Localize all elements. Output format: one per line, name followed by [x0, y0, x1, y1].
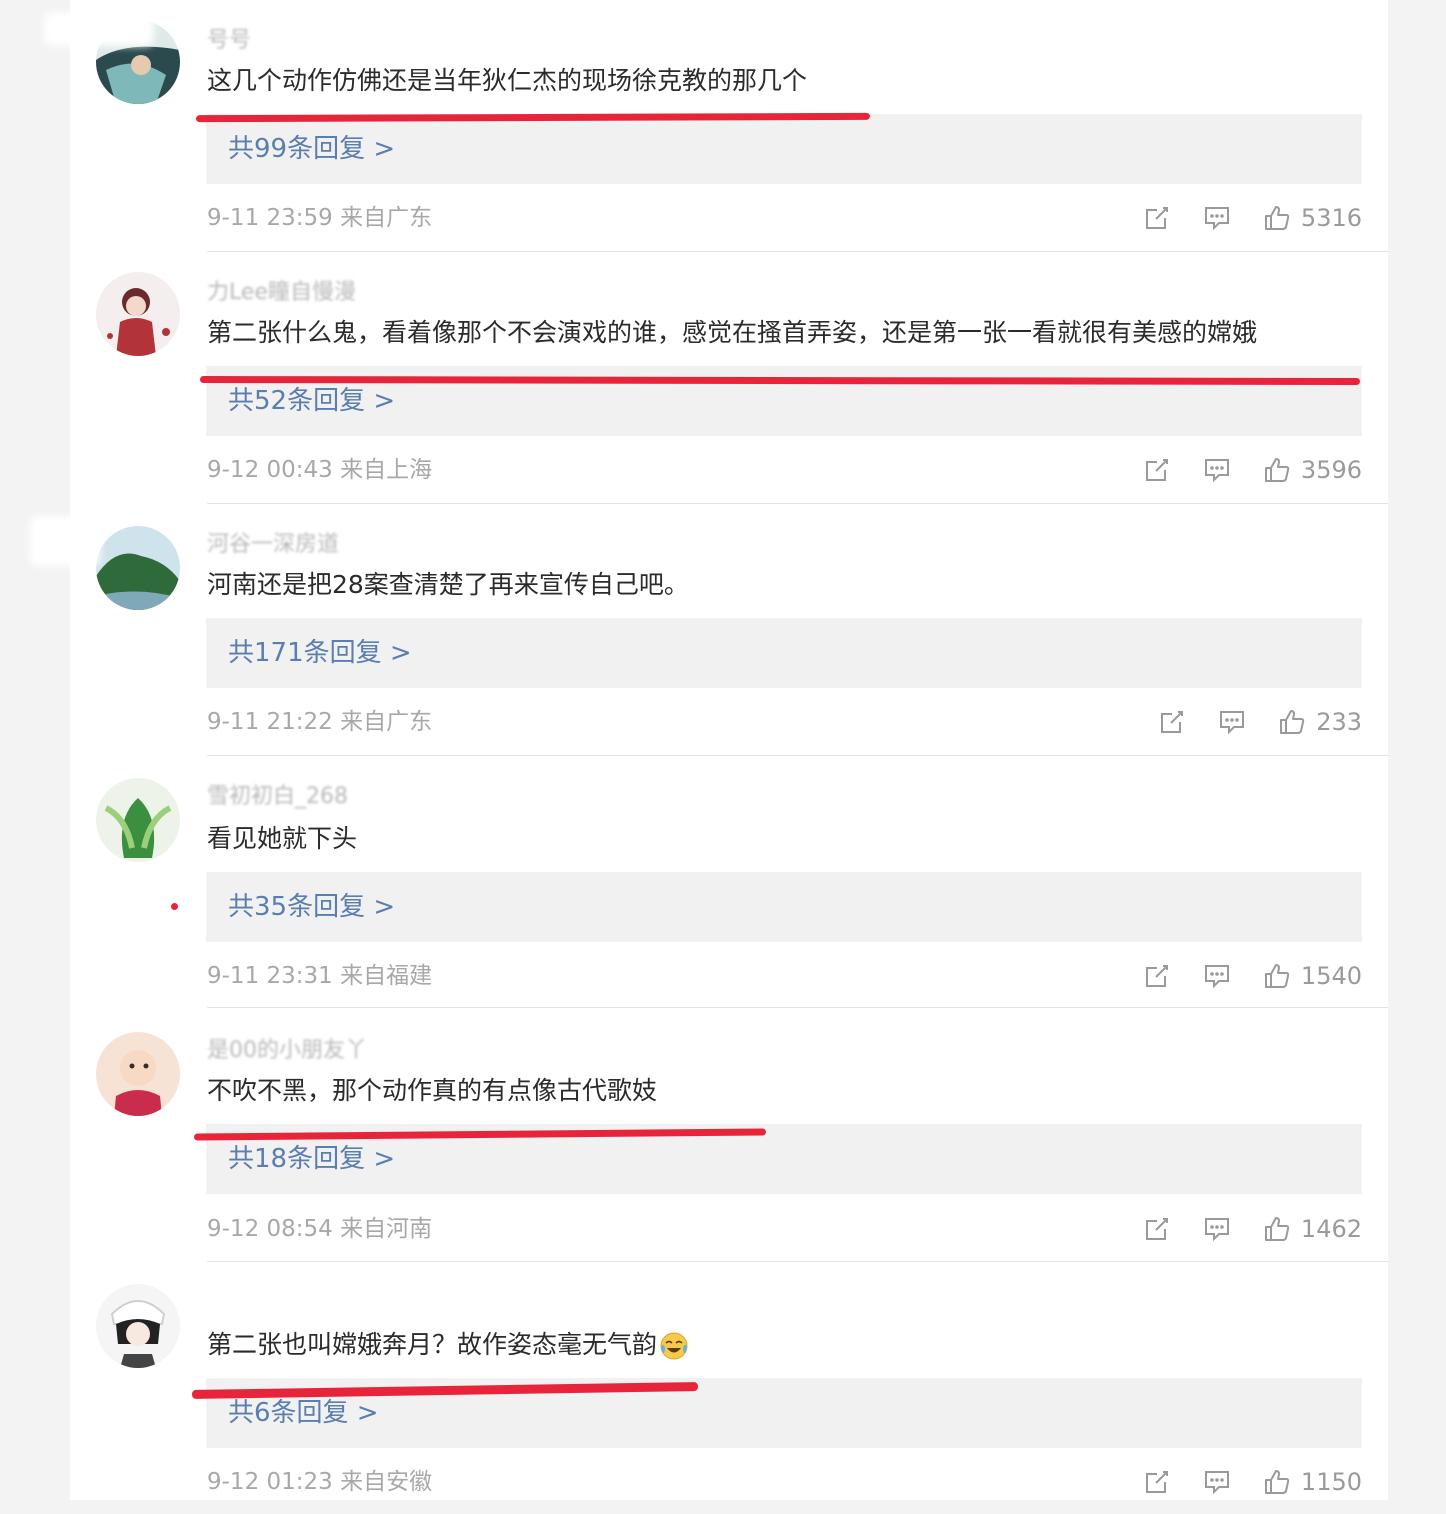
comment-meta: 9-12 01:23 来自安徽: [207, 1467, 432, 1497]
thumbs-up-icon: [1263, 1468, 1291, 1496]
like-button[interactable]: 5316: [1263, 203, 1362, 233]
comment-location: 来自上海: [340, 457, 433, 483]
avatar[interactable]: [96, 526, 180, 610]
like-count: 1540: [1300, 962, 1362, 990]
comment-icon[interactable]: [1203, 1215, 1231, 1243]
comment-time: 9-11 21:22: [207, 709, 333, 735]
comment-list: 号号 这几个动作仿佛还是当年狄仁杰的现场徐克教的那几个 共99条回复 > 9-1…: [70, 0, 1388, 1500]
share-icon[interactable]: [1143, 1468, 1171, 1496]
like-button[interactable]: 1150: [1263, 1467, 1362, 1497]
comment-item: 号号 这几个动作仿佛还是当年狄仁杰的现场徐克教的那几个 共99条回复 > 9-1…: [70, 0, 1388, 252]
comment-time: 9-12 01:23: [207, 1469, 333, 1495]
thumbs-up-icon: [1263, 204, 1291, 232]
share-icon[interactable]: [1143, 456, 1171, 484]
avatar[interactable]: [96, 1032, 180, 1116]
thumbs-up-icon: [1263, 456, 1291, 484]
username[interactable]: 雪初初白_268: [207, 784, 348, 810]
comment-actions: 3596: [1111, 453, 1362, 487]
comment-icon[interactable]: [1218, 708, 1246, 736]
like-count: 233: [1316, 708, 1362, 736]
comment-text: 看见她就下头: [207, 824, 358, 853]
view-replies-link[interactable]: 共99条回复 >: [228, 130, 395, 168]
replies-box[interactable]: 共99条回复 >: [206, 114, 1362, 184]
divider: [207, 1007, 1388, 1008]
username[interactable]: 河谷一深房道: [207, 532, 339, 558]
comment-icon[interactable]: [1203, 962, 1231, 990]
comment-actions: 1462: [1111, 1212, 1362, 1246]
comment-text: 不吹不黑，那个动作真的有点像古代歌妓: [207, 1076, 658, 1105]
view-replies-link[interactable]: 共18条回复 >: [228, 1140, 395, 1178]
comment-meta: 9-11 23:59 来自广东: [207, 203, 432, 233]
comment-time: 9-11 23:59: [207, 205, 333, 231]
username[interactable]: 力Lee瞳自慢漫: [207, 280, 356, 306]
like-button[interactable]: 3596: [1263, 455, 1362, 485]
comment-location: 来自广东: [340, 709, 433, 735]
replies-box[interactable]: 共35条回复 >: [206, 872, 1362, 942]
avatar[interactable]: [96, 272, 180, 356]
comment-time: 9-12 00:43: [207, 457, 333, 483]
view-replies-link[interactable]: 共171条回复 >: [228, 634, 412, 672]
comment-actions: 1540: [1111, 959, 1362, 993]
comment-text: 第二张也叫嫦娥奔月？故作姿态毫无气韵: [207, 1328, 689, 1362]
redaction-patch: [30, 516, 100, 566]
view-replies-link[interactable]: 共35条回复 >: [228, 888, 395, 926]
comment-icon[interactable]: [1203, 204, 1231, 232]
like-count: 1462: [1300, 1215, 1362, 1243]
comment-icon[interactable]: [1203, 456, 1231, 484]
like-count: 1150: [1300, 1468, 1362, 1496]
comment-text-content: 第二张也叫嫦娥奔月？故作姿态毫无气韵: [207, 1330, 658, 1359]
comment-time: 9-11 23:31: [207, 963, 333, 989]
thumbs-up-icon: [1263, 1215, 1291, 1243]
redaction-patch: [44, 12, 154, 46]
comment-time: 9-12 08:54: [207, 1216, 333, 1242]
like-button[interactable]: 1540: [1263, 961, 1362, 991]
replies-box[interactable]: 共171条回复 >: [206, 618, 1362, 688]
comment-location: 来自广东: [340, 205, 433, 231]
unread-dot: [171, 903, 178, 910]
thumbs-up-icon: [1278, 708, 1306, 736]
comment-actions: 233: [1126, 705, 1362, 739]
comment-meta: 9-11 21:22 来自广东: [207, 707, 432, 737]
comment-location: 来自河南: [340, 1216, 433, 1242]
username[interactable]: 号号: [207, 28, 251, 54]
like-button[interactable]: 233: [1278, 707, 1362, 737]
like-button[interactable]: 1462: [1263, 1214, 1362, 1244]
like-count: 5316: [1300, 204, 1362, 232]
comment-meta: 9-11 23:31 来自福建: [207, 961, 432, 991]
comment-actions: 1150: [1111, 1465, 1362, 1499]
comment-location: 来自福建: [340, 963, 433, 989]
share-icon[interactable]: [1143, 204, 1171, 232]
comment-actions: 5316: [1111, 201, 1362, 235]
view-replies-link[interactable]: 共6条回复 >: [228, 1394, 379, 1432]
comment-text: 第二张什么鬼，看着像那个不会演戏的谁，感觉在搔首弄姿，还是第一张一看就很有美感的…: [207, 318, 1258, 347]
laughing-crying-emoji-icon: [659, 1331, 689, 1361]
thumbs-up-icon: [1263, 962, 1291, 990]
comment-meta: 9-12 00:43 来自上海: [207, 455, 432, 485]
like-count: 3596: [1300, 456, 1362, 484]
comment-text: 这几个动作仿佛还是当年狄仁杰的现场徐克教的那几个: [207, 66, 808, 95]
avatar[interactable]: [96, 778, 180, 862]
comment-meta: 9-12 08:54 来自河南: [207, 1214, 432, 1244]
view-replies-link[interactable]: 共52条回复 >: [228, 382, 395, 420]
comment-item: 河谷一深房道 河南还是把28案查清楚了再来宣传自己吧。 共171条回复 > 9-…: [70, 504, 1388, 756]
avatar[interactable]: [96, 1284, 180, 1368]
share-icon[interactable]: [1158, 708, 1186, 736]
share-icon[interactable]: [1143, 1215, 1171, 1243]
share-icon[interactable]: [1143, 962, 1171, 990]
comment-icon[interactable]: [1203, 1468, 1231, 1496]
comment-text: 河南还是把28案查清楚了再来宣传自己吧。: [207, 570, 689, 599]
comment-item: 雪初初白_268 看见她就下头 共35条回复 > 9-11 23:31 来自福建…: [70, 756, 1388, 1008]
comment-location: 来自安徽: [340, 1469, 433, 1495]
username[interactable]: 是00的小朋友丫: [207, 1038, 367, 1064]
